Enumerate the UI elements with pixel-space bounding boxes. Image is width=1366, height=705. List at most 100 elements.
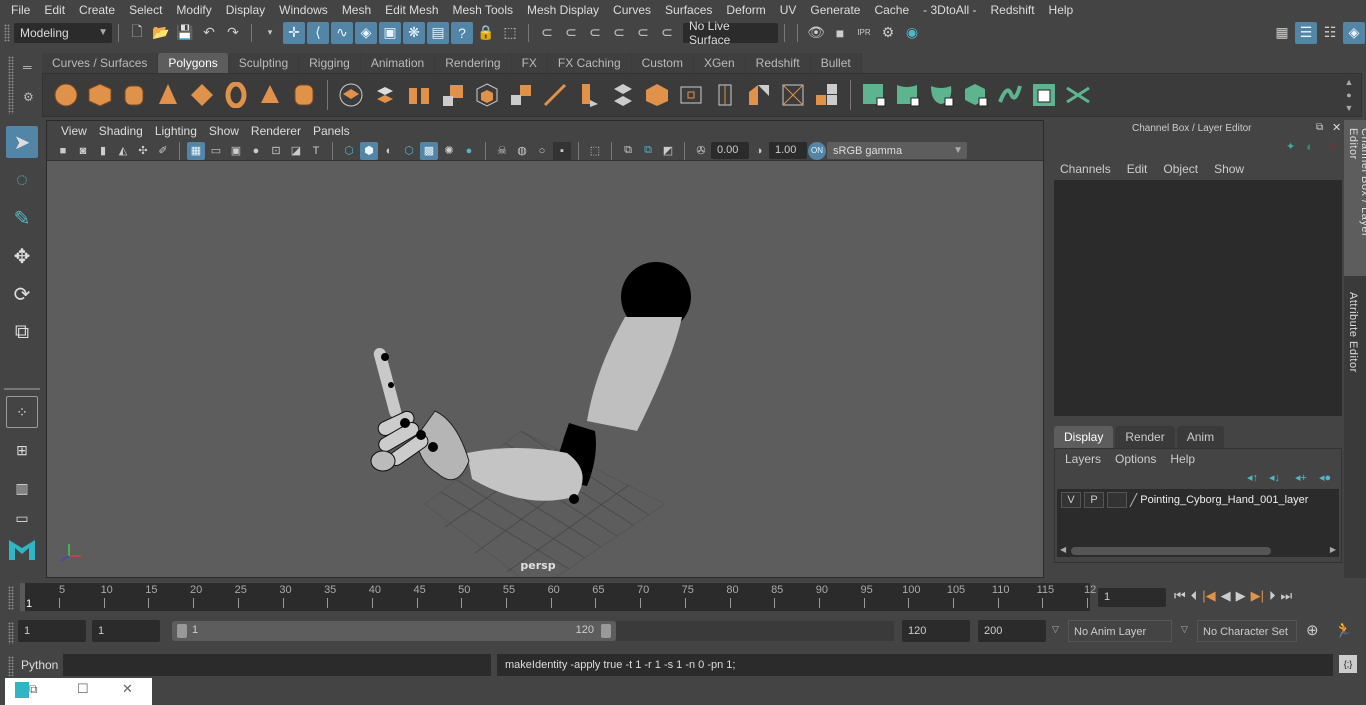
poly-sphere-icon[interactable] bbox=[51, 80, 81, 110]
display-type-toggle[interactable] bbox=[1107, 492, 1127, 508]
scroll-right-icon[interactable]: ▶ bbox=[1330, 545, 1336, 554]
fill-hole-icon[interactable] bbox=[812, 80, 842, 110]
poly-cube-icon[interactable] bbox=[85, 80, 115, 110]
smooth-shade-icon[interactable]: ⬢ bbox=[360, 141, 378, 160]
play-forwards-icon[interactable]: ▶ bbox=[1236, 588, 1246, 604]
side-tab-channel-box[interactable]: Channel Box / Layer Editor bbox=[1344, 120, 1366, 276]
textured-icon[interactable]: ▩ bbox=[420, 141, 438, 160]
open-scene-icon[interactable]: 📂 bbox=[150, 22, 172, 44]
remesh-icon[interactable] bbox=[506, 80, 536, 110]
twod-pan-zoom-icon[interactable]: ✣ bbox=[134, 142, 152, 160]
maximize-icon[interactable]: ☐ bbox=[77, 681, 89, 697]
anim-layer-field[interactable]: No Anim Layer bbox=[1068, 620, 1172, 642]
mirror-icon[interactable] bbox=[404, 80, 434, 110]
step-forward-key-icon[interactable]: ▶| bbox=[1251, 588, 1264, 604]
tab-redshift[interactable]: Redshift bbox=[745, 53, 811, 73]
tab-render[interactable]: Render bbox=[1115, 426, 1175, 448]
chevron-down-icon[interactable]: ▾ bbox=[259, 22, 281, 44]
ipr-render-icon[interactable]: IPR bbox=[853, 22, 875, 44]
motion-blur-icon[interactable]: ◍ bbox=[513, 142, 531, 160]
live-surface-field[interactable]: No Live Surface bbox=[683, 19, 778, 47]
render-current-frame-icon[interactable]: ■ bbox=[829, 22, 851, 44]
modeling-toolkit-icon[interactable]: ▦ bbox=[1271, 22, 1293, 44]
uv-layout-icon[interactable] bbox=[1063, 80, 1093, 110]
snap-curve-icon[interactable]: ⊂ bbox=[560, 22, 582, 44]
current-frame-field[interactable]: 1 bbox=[1098, 588, 1166, 607]
menu-help[interactable]: Help bbox=[1042, 3, 1081, 17]
animation-end-field[interactable]: 200 bbox=[978, 620, 1046, 642]
hypershade-icon[interactable]: ◉ bbox=[901, 22, 923, 44]
speed-icon[interactable]: ◐ bbox=[1306, 139, 1314, 154]
anti-aliasing-icon[interactable]: ○ bbox=[533, 142, 551, 160]
close-window-icon[interactable]: ✕ bbox=[122, 681, 133, 697]
menu-select[interactable]: Select bbox=[122, 3, 169, 17]
insert-edge-loop-icon[interactable] bbox=[676, 80, 706, 110]
tab-polygons[interactable]: Polygons bbox=[158, 53, 229, 73]
bookmark-icon[interactable]: ▮ bbox=[94, 142, 112, 160]
poly-cylinder-icon[interactable] bbox=[119, 80, 149, 110]
tab-display[interactable]: Display bbox=[1054, 426, 1114, 448]
tool-settings-icon[interactable]: ☷ bbox=[1319, 22, 1341, 44]
uv-spherical-icon[interactable] bbox=[927, 80, 957, 110]
new-layer-selected-icon[interactable]: ◂● bbox=[1319, 471, 1331, 484]
viewport-menu-shading[interactable]: Shading bbox=[93, 124, 149, 138]
object-menu[interactable]: Object bbox=[1163, 162, 1198, 176]
four-view-layout-icon[interactable]: ⊞ bbox=[6, 434, 38, 466]
extrude-icon[interactable] bbox=[574, 80, 604, 110]
menu-curves[interactable]: Curves bbox=[606, 3, 658, 17]
menu-edit[interactable]: Edit bbox=[37, 3, 72, 17]
auto-key-icon[interactable]: ⊕ bbox=[1306, 621, 1319, 639]
step-forward-frame-icon[interactable]: ⏵ bbox=[1269, 588, 1276, 604]
camera-attributes-icon[interactable]: ◙ bbox=[74, 142, 92, 160]
bevel-icon[interactable] bbox=[642, 80, 672, 110]
grease-pencil-icon[interactable]: ✐ bbox=[154, 142, 172, 160]
channel-list[interactable] bbox=[1054, 180, 1342, 416]
uv-cylindrical-icon[interactable] bbox=[893, 80, 923, 110]
highlight-selection-icon[interactable]: ⬚ bbox=[499, 22, 521, 44]
snap-surface-icon[interactable]: ⊂ bbox=[632, 22, 654, 44]
play-backwards-icon[interactable]: ◀ bbox=[1221, 588, 1231, 604]
lock-icon[interactable]: 🔒 bbox=[475, 22, 497, 44]
menu-windows[interactable]: Windows bbox=[272, 3, 335, 17]
xray-components-icon[interactable]: ◩ bbox=[659, 142, 677, 160]
append-polygon-icon[interactable] bbox=[744, 80, 774, 110]
multi-cut-icon[interactable] bbox=[540, 80, 570, 110]
menu-deform[interactable]: Deform bbox=[719, 3, 772, 17]
attribute-editor-toggle-icon[interactable]: ☰ bbox=[1295, 21, 1317, 44]
mode-select[interactable]: Modeling ▼ bbox=[14, 22, 112, 43]
manipulator-icon[interactable]: ✦ bbox=[1286, 140, 1295, 153]
xray-joints-icon[interactable]: ⧉ bbox=[639, 142, 657, 160]
menu-generate[interactable]: Generate bbox=[803, 3, 867, 17]
camera-select-icon[interactable]: ■ bbox=[54, 142, 72, 160]
paint-select-tool-icon[interactable]: ✎ bbox=[6, 202, 38, 234]
tab-xgen[interactable]: XGen bbox=[693, 53, 746, 73]
depth-of-field-icon[interactable]: ▪ bbox=[553, 141, 571, 160]
channel-box-toggle-icon[interactable]: ◈ bbox=[1343, 21, 1365, 44]
menu-edit-mesh[interactable]: Edit Mesh bbox=[378, 3, 445, 17]
grip-handle[interactable] bbox=[8, 622, 14, 644]
viewport-menu-renderer[interactable]: Renderer bbox=[245, 124, 307, 138]
gear-icon[interactable]: ⚙ bbox=[23, 90, 34, 104]
select-tool-icon[interactable]: ➤ bbox=[6, 126, 38, 158]
offset-edge-loop-icon[interactable] bbox=[710, 80, 740, 110]
lasso-tool-icon[interactable]: ◌ bbox=[6, 164, 38, 196]
layers-menu[interactable]: Layers bbox=[1065, 452, 1101, 466]
poly-cone-icon[interactable] bbox=[153, 80, 183, 110]
persp-graph-layout-icon[interactable]: ▭ bbox=[6, 510, 38, 526]
poly-torus-icon[interactable] bbox=[221, 80, 251, 110]
menu-redshift[interactable]: Redshift bbox=[984, 3, 1042, 17]
render-view-icon[interactable]: 👁 bbox=[805, 22, 827, 44]
grip-handle[interactable] bbox=[4, 23, 10, 42]
viewport-menu-panels[interactable]: Panels bbox=[307, 124, 356, 138]
shadows-icon[interactable]: ● bbox=[460, 142, 478, 160]
exposure-field[interactable]: 0.00 bbox=[711, 142, 749, 159]
gate-mask-icon[interactable]: ● bbox=[247, 142, 265, 160]
side-tab-attribute-editor[interactable]: Attribute Editor bbox=[1344, 284, 1362, 381]
outliner-persp-layout-icon[interactable]: ▥ bbox=[6, 472, 38, 504]
move-layer-down-icon[interactable]: ◂↓ bbox=[1269, 471, 1280, 484]
snap-grid-icon[interactable]: ⊂ bbox=[536, 22, 558, 44]
layer-name[interactable]: Pointing_Cyborg_Hand_001_layer bbox=[1140, 494, 1308, 506]
default-material-icon[interactable]: ◐ bbox=[380, 142, 398, 160]
menu-mesh[interactable]: Mesh bbox=[335, 3, 378, 17]
animation-preferences-icon[interactable]: 🏃 bbox=[1334, 621, 1353, 639]
